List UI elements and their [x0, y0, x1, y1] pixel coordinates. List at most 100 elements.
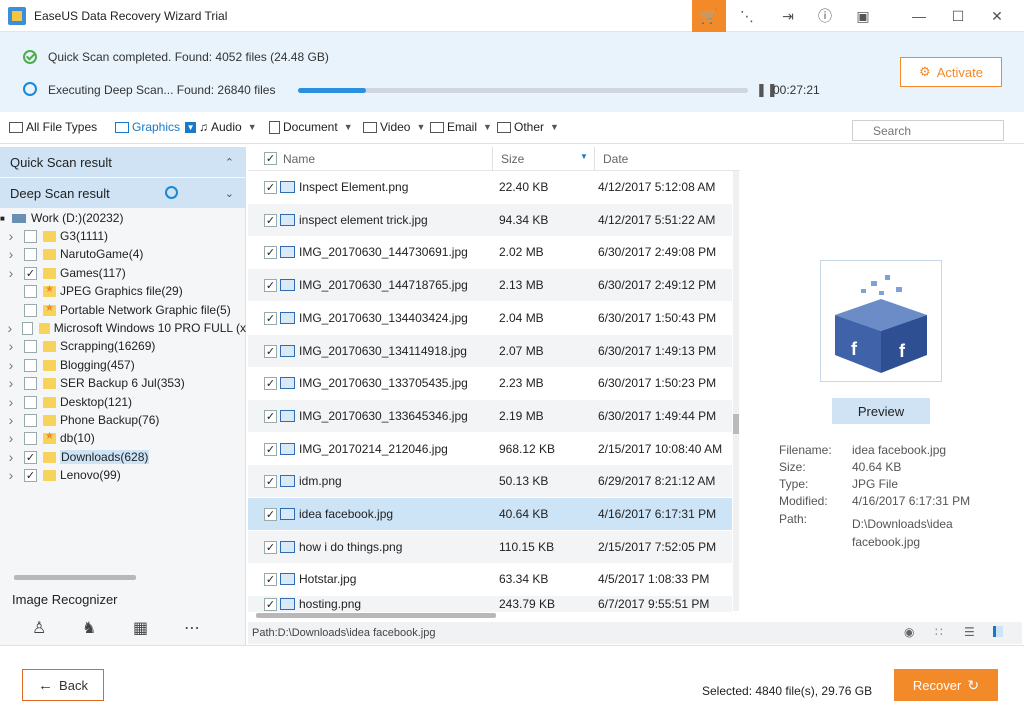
tree-root[interactable]: ■ Work (D:)(20232) — [0, 209, 246, 227]
search-input[interactable] — [852, 120, 1004, 141]
tree-item[interactable]: › SER Backup 6 Jul(353) — [0, 374, 246, 392]
chevron-right-icon[interactable]: › — [4, 246, 18, 262]
file-row-checkbox[interactable]: ✓ — [264, 572, 277, 586]
filter-graphics[interactable]: Graphics ▼ — [115, 120, 197, 134]
file-row[interactable]: ✓ IMG_20170630_144730691.jpg 2.02 MB 6/30/2… — [248, 236, 732, 268]
chevron-right-icon[interactable]: › — [4, 357, 18, 373]
filter-email[interactable]: Email ▼ — [430, 120, 492, 134]
preview-pane-icon[interactable] — [993, 626, 1003, 637]
expand-icon[interactable]: ■ — [0, 214, 8, 223]
list-vertical-scrollbar[interactable] — [733, 171, 739, 611]
filter-document[interactable]: Document ▼ — [269, 120, 353, 134]
tree-item-checkbox[interactable] — [24, 229, 37, 243]
file-row-checkbox[interactable]: ✓ — [264, 278, 277, 292]
file-row-checkbox[interactable]: ✓ — [264, 507, 277, 521]
column-name[interactable]: Name — [283, 152, 315, 166]
minimize-icon[interactable]: — — [902, 0, 936, 32]
file-row-checkbox[interactable]: ✓ — [264, 597, 277, 611]
file-row[interactable]: ✓ IMG_20170630_134403424.jpg 2.04 MB 6/30/2… — [248, 302, 732, 334]
file-row[interactable]: ✓ IMG_20170630_133705435.jpg 2.23 MB 6/30/2… — [248, 367, 732, 399]
menu-icon[interactable]: ▣ — [846, 0, 880, 32]
preview-button[interactable]: Preview — [832, 398, 930, 424]
file-row-checkbox[interactable]: ✓ — [264, 376, 277, 390]
file-row-checkbox[interactable]: ✓ — [264, 474, 277, 488]
quick-scan-result-header[interactable]: Quick Scan result ⌃ — [0, 147, 246, 177]
file-row-checkbox[interactable]: ✓ — [264, 311, 277, 325]
tree-item[interactable]: › Phone Backup(76) — [0, 411, 246, 429]
filter-video[interactable]: Video ▼ — [363, 120, 425, 134]
filter-all-file-types[interactable]: All File Types — [9, 120, 97, 134]
tree-item-checkbox[interactable] — [24, 339, 37, 353]
filter-audio[interactable]: ♫ Audio ▼ — [199, 120, 257, 134]
tree-item-checkbox[interactable] — [24, 376, 37, 390]
tree-item[interactable]: › Desktop(121) — [0, 393, 246, 411]
tree-item-checkbox[interactable] — [24, 395, 37, 409]
chevron-right-icon[interactable]: › — [4, 430, 18, 446]
file-row-checkbox[interactable]: ✓ — [264, 442, 277, 456]
tree-item-checkbox[interactable] — [24, 431, 37, 445]
maximize-icon[interactable]: ☐ — [941, 0, 975, 32]
recover-button[interactable]: Recover ↻ — [894, 669, 998, 701]
cart-icon[interactable]: 🛒 — [692, 0, 726, 32]
chevron-right-icon[interactable]: › — [4, 338, 18, 354]
chevron-right-icon[interactable]: › — [4, 467, 18, 483]
file-row[interactable]: ✓ IMG_20170214_212046.jpg 968.12 KB 2/15/20… — [248, 433, 732, 465]
file-row[interactable]: ✓ idm.png 50.13 KB 6/29/2017 8:21:12 AM — [248, 465, 732, 497]
chevron-down-icon[interactable]: ▼ — [185, 121, 197, 133]
tree-item-checkbox[interactable] — [24, 303, 37, 317]
file-row[interactable]: ✓ IMG_20170630_134114918.jpg 2.07 MB 6/30/2… — [248, 335, 732, 367]
activate-button[interactable]: ⚙ Activate — [900, 57, 1002, 87]
file-row[interactable]: ✓ inspect element trick.jpg 94.34 KB 4/12/2… — [248, 204, 732, 236]
more-icon[interactable]: ⋯ — [184, 618, 200, 638]
file-row-checkbox[interactable]: ✓ — [264, 409, 277, 423]
tree-item[interactable]: › ✓ Lenovo(99) — [0, 466, 246, 484]
animal-icon[interactable]: ♞ — [82, 618, 96, 638]
tree-item-checkbox[interactable] — [21, 321, 33, 335]
tree-item[interactable]: › Blogging(457) — [0, 356, 246, 374]
file-row[interactable]: ✓ IMG_20170630_144718765.jpg 2.13 MB 6/30/2… — [248, 269, 732, 301]
help-icon[interactable]: ⓘ — [808, 0, 842, 32]
chevron-right-icon[interactable]: › — [4, 265, 18, 281]
column-size[interactable]: Size — [501, 152, 524, 166]
share-icon[interactable]: ⋱ — [730, 0, 764, 32]
tree-item[interactable]: Portable Network Graphic file(5) — [0, 301, 246, 319]
filter-other[interactable]: Other ▼ — [497, 120, 559, 134]
tree-horizontal-scrollbar[interactable] — [14, 575, 136, 580]
tree-item-checkbox[interactable]: ✓ — [24, 266, 37, 280]
list-view-icon[interactable]: ☰ — [964, 625, 975, 639]
tree-item-checkbox[interactable]: ✓ — [24, 468, 37, 482]
close-icon[interactable]: ✕ — [980, 0, 1014, 32]
tree-item[interactable]: › Microsoft Windows 10 PRO FULL (x — [0, 319, 247, 337]
tree-item[interactable]: › NarutoGame(4) — [0, 245, 246, 263]
chevron-right-icon[interactable]: › — [4, 412, 18, 428]
back-button[interactable]: ← Back — [22, 669, 104, 701]
file-row[interactable]: ✓ Hotstar.jpg 63.34 KB 4/5/2017 1:08:33 PM — [248, 563, 732, 595]
building-icon[interactable]: ▦ — [133, 618, 148, 638]
person-icon[interactable]: ♙ — [32, 618, 46, 638]
file-row-checkbox[interactable]: ✓ — [264, 180, 277, 194]
file-row[interactable]: ✓ how i do things.png 110.15 KB 2/15/2017 7… — [248, 531, 732, 563]
file-row-checkbox[interactable]: ✓ — [264, 344, 277, 358]
eye-icon[interactable]: ◉ — [904, 625, 914, 639]
file-row[interactable]: ✓ hosting.png 243.79 KB 6/7/2017 9:55:51 PM — [248, 596, 732, 612]
tree-item[interactable]: JPEG Graphics file(29) — [0, 282, 246, 300]
tree-item[interactable]: › ✓ Games(117) — [0, 264, 246, 282]
chevron-right-icon[interactable]: › — [4, 228, 18, 244]
file-row[interactable]: ✓ Inspect Element.png 22.40 KB 4/12/2017 5:… — [248, 171, 732, 203]
deep-scan-result-header[interactable]: Deep Scan result ⌄ — [0, 178, 246, 208]
tree-item-checkbox[interactable] — [24, 358, 37, 372]
tree-item-checkbox[interactable] — [24, 247, 37, 261]
tree-item[interactable]: › Scrapping(16269) — [0, 337, 246, 355]
file-row-checkbox[interactable]: ✓ — [264, 540, 277, 554]
tree-item-checkbox[interactable] — [24, 413, 37, 427]
file-row[interactable]: ✓ IMG_20170630_133645346.jpg 2.19 MB 6/30/2… — [248, 400, 732, 432]
exit-icon[interactable]: ⇥ — [771, 0, 805, 32]
tree-item[interactable]: › ✓ Downloads(628) — [0, 448, 246, 466]
list-scroll-thumb[interactable] — [733, 414, 739, 434]
column-date[interactable]: Date — [603, 152, 628, 166]
chevron-right-icon[interactable]: › — [4, 449, 18, 465]
tree-item-checkbox[interactable]: ✓ — [24, 450, 37, 464]
chevron-right-icon[interactable]: › — [4, 375, 18, 391]
chevron-right-icon[interactable]: › — [4, 394, 18, 410]
file-row[interactable]: ✓ idea facebook.jpg 40.64 KB 4/16/2017 6:17… — [248, 498, 732, 530]
